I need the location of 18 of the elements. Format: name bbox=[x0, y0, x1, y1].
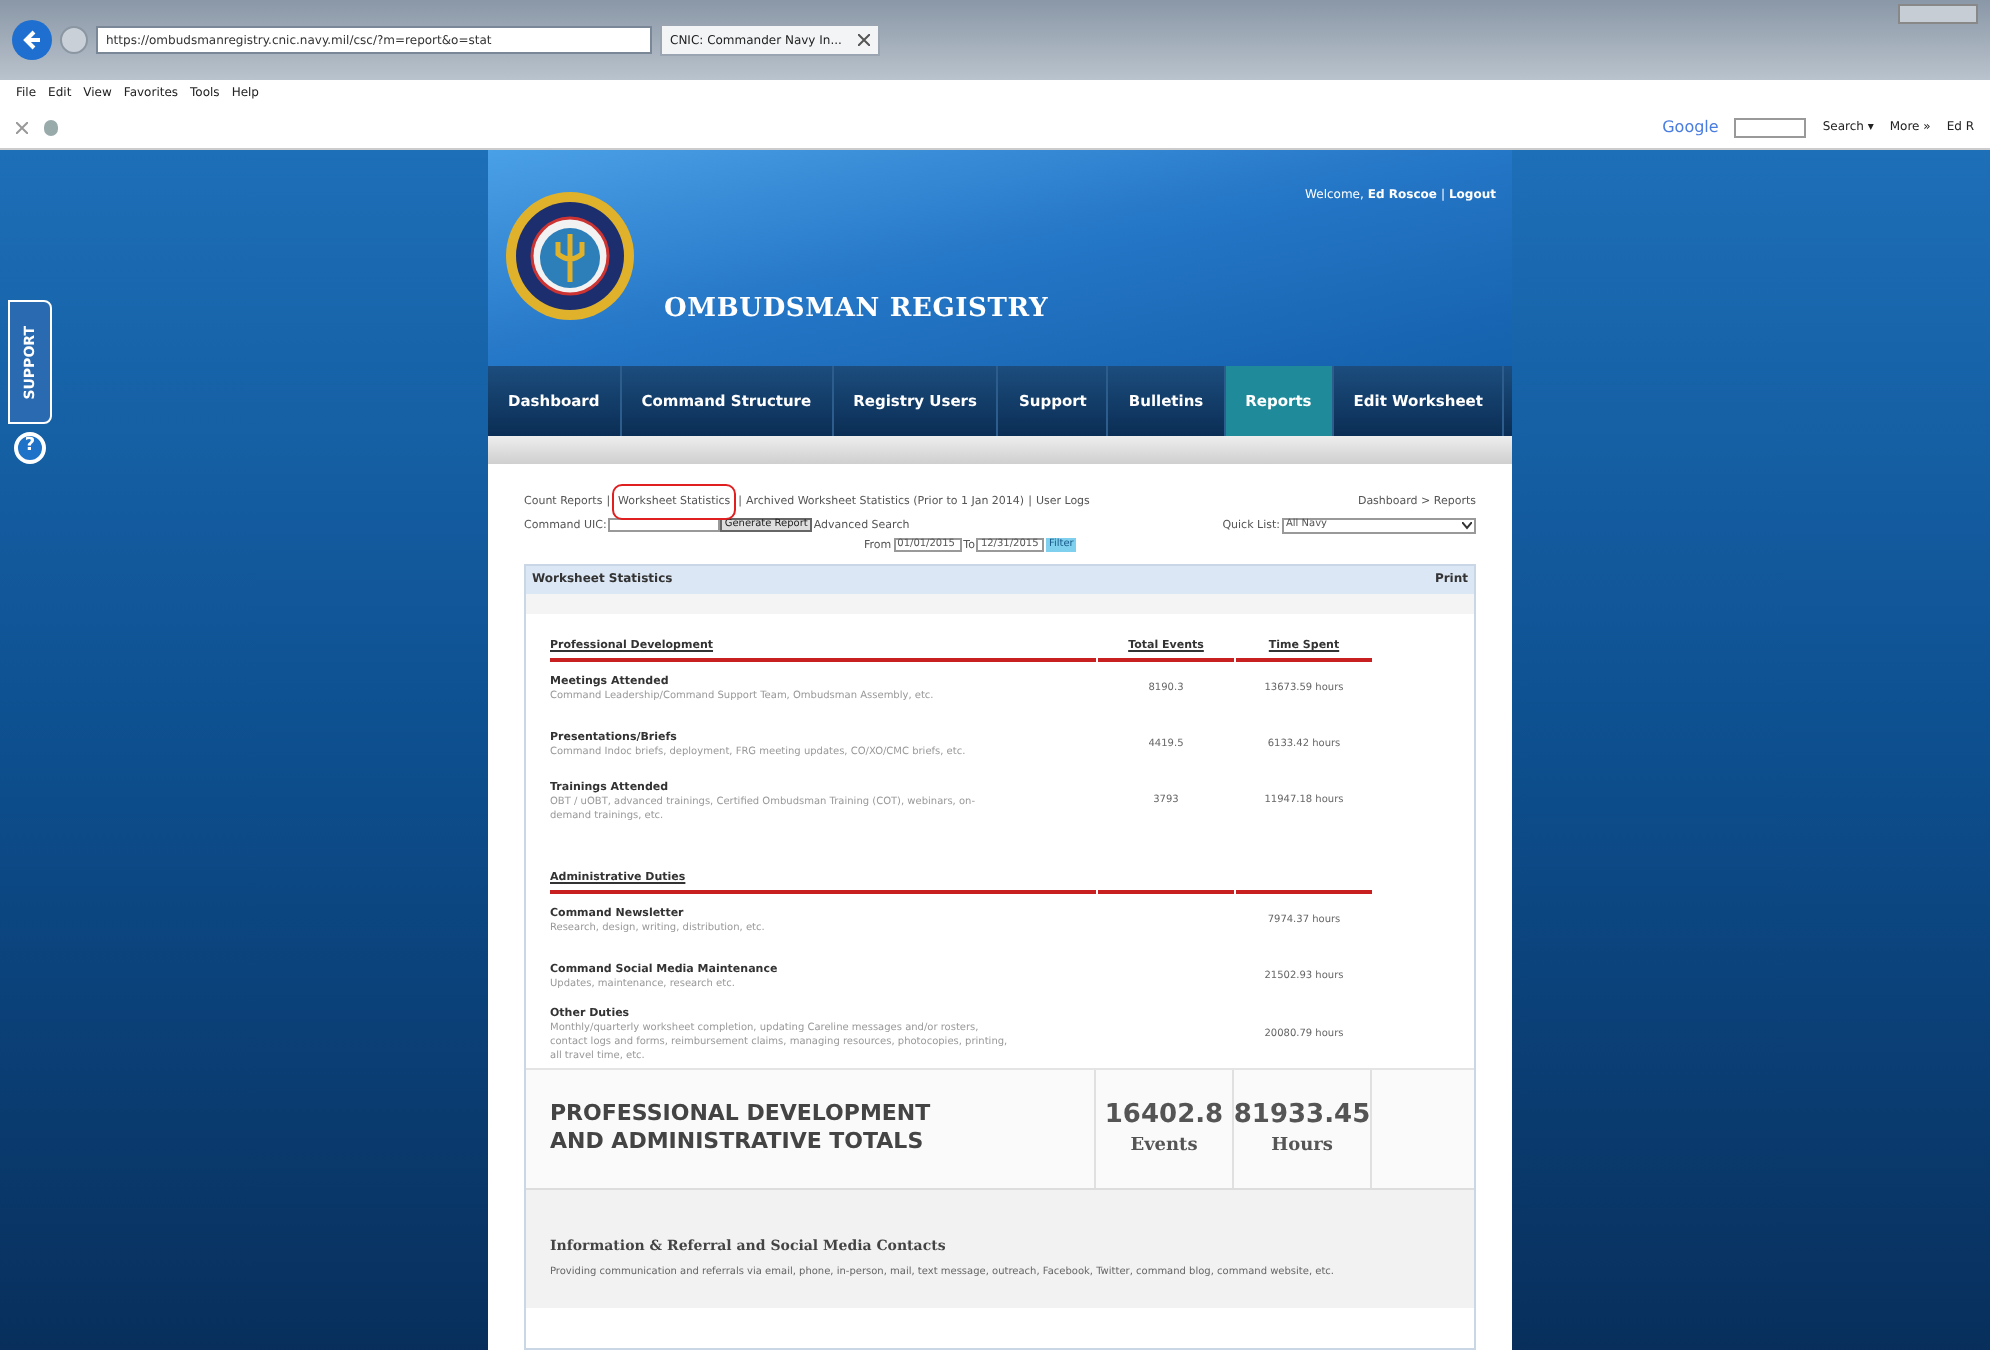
back-button[interactable] bbox=[12, 20, 52, 60]
toolbar-search-field[interactable] bbox=[1734, 117, 1807, 137]
close-icon[interactable] bbox=[16, 121, 28, 133]
forward-button[interactable] bbox=[60, 26, 88, 54]
total-hours-value: 81933.45 bbox=[1233, 1097, 1371, 1134]
total-events-unit: Events bbox=[1130, 1134, 1198, 1161]
total-hours-unit: Hours bbox=[1271, 1134, 1333, 1161]
site-title: OMBUDSMAN REGISTRY bbox=[664, 292, 1049, 328]
window-controls[interactable] bbox=[1898, 4, 1978, 24]
chevron-icon bbox=[1462, 521, 1472, 530]
tab-close-icon[interactable] bbox=[858, 34, 870, 46]
total-events-value: 16402.8 bbox=[1104, 1097, 1224, 1134]
arrow-icon bbox=[20, 28, 44, 52]
totals-label: PROFESSIONAL DEVELOPMENT AND ADMINISTRATIVE TOTALS bbox=[550, 1100, 933, 1157]
seal-logo bbox=[504, 190, 636, 322]
toolbar-icon[interactable] bbox=[44, 119, 58, 135]
google-label: Google bbox=[1662, 115, 1719, 139]
help-button[interactable]: ? bbox=[14, 432, 46, 464]
